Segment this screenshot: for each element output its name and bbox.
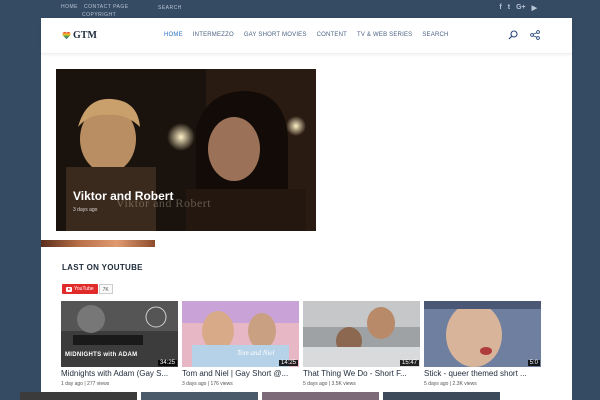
site-logo[interactable]: GTM <box>62 30 97 41</box>
google-plus-icon[interactable]: G+ <box>516 4 526 12</box>
nav-search[interactable]: Search <box>422 32 448 38</box>
top-search-link[interactable]: Search <box>158 5 182 11</box>
youtube-button-label: YouTube <box>74 286 94 292</box>
video-title[interactable]: Stick - queer themed short ... <box>424 369 541 378</box>
page-container: GTM Home Intermezzo Gay Short Movies Con… <box>41 18 572 400</box>
nav-home[interactable]: Home <box>164 32 183 38</box>
top-link-home[interactable]: Home <box>61 4 78 10</box>
video-thumbnail-partial[interactable] <box>383 392 500 400</box>
top-links: Home Contact Page <box>61 4 129 10</box>
video-list: MIDNIGHTS with ADAM 34:25 Midnights with… <box>61 301 541 387</box>
featured-date: 3 days ago <box>73 207 98 213</box>
nav-content[interactable]: Content <box>317 32 347 38</box>
video-title[interactable]: Tom and Niel | Gay Short @... <box>182 369 299 378</box>
section-title: LAST ON YOUTUBE <box>62 263 143 272</box>
social-icons: f t G+ ▶ <box>499 4 537 12</box>
nav-gay-short-movies[interactable]: Gay Short Movies <box>244 32 307 38</box>
video-thumbnail[interactable]: Tom and Niel 14:25 <box>182 301 299 367</box>
rainbow-heart-icon <box>62 31 71 40</box>
video-title[interactable]: That Thing We Do - Short F... <box>303 369 420 378</box>
video-thumbnail-partial[interactable] <box>20 392 137 400</box>
video-thumbnail-partial[interactable] <box>141 392 258 400</box>
video-duration: 14:25 <box>278 360 298 366</box>
video-thumbnail[interactable]: 5:0 <box>424 301 541 367</box>
video-meta: 5 days ago | 3.5K views <box>303 381 356 387</box>
video-meta: 1 day ago | 277 views <box>61 381 110 387</box>
top-bar: Home Contact Page Copyright Search f t G… <box>0 0 600 20</box>
share-icon[interactable] <box>530 30 540 40</box>
logo-text: GTM <box>73 30 97 41</box>
twitter-icon[interactable]: t <box>508 4 510 12</box>
youtube-icon[interactable]: ▶ <box>532 4 537 12</box>
site-header: GTM Home Intermezzo Gay Short Movies Con… <box>41 18 572 54</box>
video-thumbnail[interactable]: 15:47 <box>303 301 420 367</box>
nav-tv-web-series[interactable]: TV & Web Series <box>357 32 412 38</box>
featured-next-strip[interactable] <box>41 240 155 247</box>
video-card[interactable]: 5:0 Stick - queer themed short ... 5 day… <box>424 301 541 387</box>
video-title[interactable]: Midnights with Adam (Gay S... <box>61 369 178 378</box>
video-duration: 34:25 <box>157 360 177 366</box>
youtube-subscribe[interactable]: YouTube 7K <box>62 284 113 294</box>
subscriber-count: 7K <box>98 284 113 294</box>
youtube-logo-icon <box>66 286 72 292</box>
video-duration: 15:47 <box>399 360 419 366</box>
search-icon[interactable] <box>508 30 518 40</box>
thumb-caption: MIDNIGHTS with ADAM <box>65 352 138 358</box>
facebook-icon[interactable]: f <box>499 4 501 12</box>
youtube-subscribe-button[interactable]: YouTube <box>62 284 98 294</box>
thumb-caption: Tom and Niel <box>237 349 275 357</box>
video-thumbnail[interactable]: MIDNIGHTS with ADAM 34:25 <box>61 301 178 367</box>
video-card[interactable]: Tom and Niel 14:25 Tom and Niel | Gay Sh… <box>182 301 299 387</box>
top-link-contact[interactable]: Contact Page <box>84 4 129 10</box>
featured-title[interactable]: Viktor and Robert <box>73 189 173 203</box>
video-card[interactable]: MIDNIGHTS with ADAM 34:25 Midnights with… <box>61 301 178 387</box>
nav-intermezzo[interactable]: Intermezzo <box>193 32 234 38</box>
video-card[interactable]: 15:47 That Thing We Do - Short F... 5 da… <box>303 301 420 387</box>
video-meta: 3 days ago | 176 views <box>182 381 233 387</box>
next-video-row <box>20 392 500 400</box>
featured-post[interactable]: Viktor and Robert Viktor and Robert 3 da… <box>56 69 316 231</box>
video-thumbnail-partial[interactable] <box>262 392 379 400</box>
video-meta: 5 days ago | 2.3K views <box>424 381 477 387</box>
main-nav: Home Intermezzo Gay Short Movies Content… <box>164 32 459 38</box>
video-duration: 5:0 <box>527 360 540 366</box>
